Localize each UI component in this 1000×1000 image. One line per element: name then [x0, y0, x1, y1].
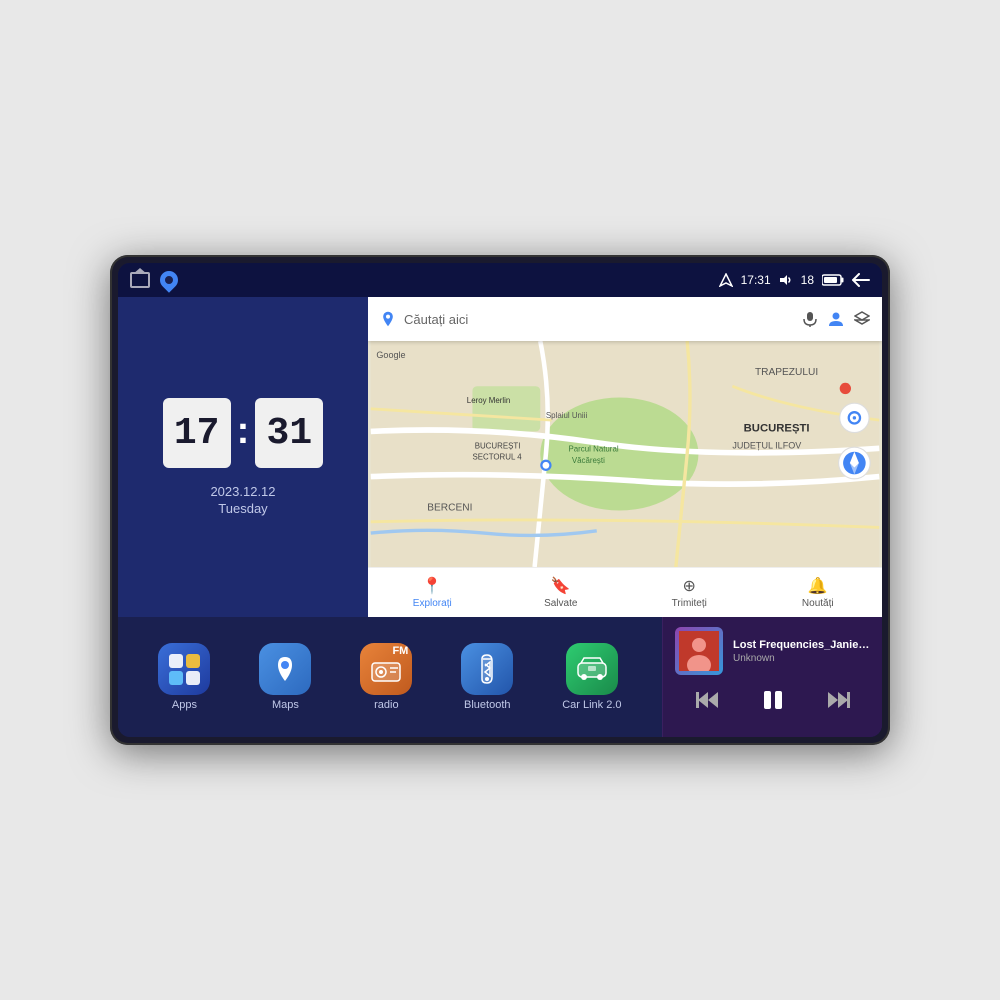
date-info: 2023.12.12 Tuesday — [210, 484, 275, 516]
map-tab-saved-label: Salvate — [544, 598, 577, 609]
apps-label: Apps — [172, 699, 197, 711]
car-display-device: 17:31 18 — [110, 255, 890, 745]
bottom-section: Apps Maps — [118, 617, 882, 737]
radio-icon-circle: FM — [360, 643, 412, 695]
map-search-bar[interactable]: Căutați aici — [368, 297, 882, 341]
svg-text:TRAPEZULUI: TRAPEZULUI — [755, 367, 818, 378]
radio-label: radio — [374, 699, 398, 711]
layers-icon[interactable] — [854, 311, 870, 327]
nav-icon — [719, 273, 733, 287]
map-search-icons — [802, 311, 870, 327]
prev-button[interactable] — [688, 686, 728, 720]
map-tab-explore[interactable]: 📍 Explorați — [368, 576, 497, 609]
pause-icon — [761, 689, 785, 711]
bluetooth-label: Bluetooth — [464, 699, 510, 711]
app-icon-maps[interactable]: Maps — [259, 643, 311, 711]
map-bottom-bar: 📍 Explorați 🔖 Salvate ⊕ Trimiteți 🔔 — [368, 567, 882, 617]
top-section: 17 : 31 2023.12.12 Tuesday — [118, 297, 882, 617]
main-content: 17 : 31 2023.12.12 Tuesday — [118, 297, 882, 737]
app-icon-carlink[interactable]: Car Link 2.0 — [562, 643, 621, 711]
saved-icon: 🔖 — [551, 576, 571, 596]
app-icon-bluetooth[interactable]: Bluetooth — [461, 643, 513, 711]
fm-label: FM — [392, 645, 408, 657]
music-top: Lost Frequencies_Janieck Devy-... Unknow… — [675, 627, 870, 675]
apps-grid-icon — [161, 646, 208, 693]
carlink-icon-circle — [566, 643, 618, 695]
map-svg: TRAPEZULUI BUCUREȘTI JUDEȚUL ILFOV BERCE… — [368, 341, 882, 567]
music-controls — [675, 685, 870, 721]
svg-text:Văcărești: Văcărești — [572, 456, 605, 465]
apps-icon-circle — [158, 643, 210, 695]
music-player: Lost Frequencies_Janieck Devy-... Unknow… — [662, 617, 882, 737]
music-info: Lost Frequencies_Janieck Devy-... Unknow… — [733, 639, 870, 664]
music-artist: Unknown — [733, 653, 870, 664]
clock-hours: 17 — [163, 398, 231, 468]
radio-inner: FM — [360, 643, 412, 695]
play-pause-button[interactable] — [753, 685, 793, 721]
svg-text:BUCUREȘTI: BUCUREȘTI — [475, 441, 521, 450]
home-icon[interactable] — [130, 272, 150, 288]
news-icon: 🔔 — [808, 576, 828, 596]
map-search-placeholder[interactable]: Căutați aici — [404, 312, 794, 327]
svg-text:BUCUREȘTI: BUCUREȘTI — [744, 422, 810, 434]
map-tab-send-label: Trimiteți — [672, 598, 707, 609]
send-icon: ⊕ — [683, 576, 696, 596]
music-title: Lost Frequencies_Janieck Devy-... — [733, 639, 870, 651]
carlink-label: Car Link 2.0 — [562, 699, 621, 711]
map-tab-send[interactable]: ⊕ Trimiteți — [625, 576, 754, 609]
mic-icon[interactable] — [802, 311, 818, 327]
maps-pin-icon[interactable] — [156, 267, 181, 292]
device-screen: 17:31 18 — [118, 263, 882, 737]
clock-date: 2023.12.12 — [210, 484, 275, 499]
carlink-icon-svg — [576, 655, 608, 683]
map-tab-explore-label: Explorați — [413, 598, 452, 609]
volume-level: 18 — [801, 273, 814, 287]
svg-text:SECTORUL 4: SECTORUL 4 — [472, 453, 522, 462]
map-tab-news-label: Noutăți — [802, 598, 834, 609]
explore-icon: 📍 — [422, 576, 442, 596]
map-search-pin-icon — [380, 311, 396, 327]
svg-text:Google: Google — [376, 350, 405, 360]
next-button[interactable] — [818, 686, 858, 720]
svg-text:Splaiul Uniii: Splaiul Uniii — [546, 411, 588, 420]
status-bar-left — [130, 271, 178, 289]
status-bar: 17:31 18 — [118, 263, 882, 297]
app-grid: Apps Maps — [118, 617, 662, 737]
svg-text:JUDEȚUL ILFOV: JUDEȚUL ILFOV — [732, 440, 801, 450]
map-tab-saved[interactable]: 🔖 Salvate — [497, 576, 626, 609]
status-bar-right: 17:31 18 — [719, 273, 870, 287]
radio-icon-svg — [370, 655, 402, 683]
maps-icon-circle — [259, 643, 311, 695]
svg-text:Parcul Natural: Parcul Natural — [569, 445, 619, 454]
battery-icon — [822, 274, 844, 286]
maps-label: Maps — [272, 699, 299, 711]
album-art — [675, 627, 723, 675]
svg-text:BERCENI: BERCENI — [427, 503, 472, 514]
clock-display: 17 : 31 — [163, 398, 324, 468]
status-time: 17:31 — [741, 273, 771, 287]
bluetooth-icon-svg — [473, 653, 501, 685]
album-art-svg — [679, 631, 719, 671]
maps-icon-svg — [270, 654, 300, 684]
bluetooth-icon-circle — [461, 643, 513, 695]
next-icon — [826, 690, 850, 710]
clock-panel: 17 : 31 2023.12.12 Tuesday — [118, 297, 368, 617]
profile-icon[interactable] — [828, 311, 844, 327]
map-body[interactable]: TRAPEZULUI BUCUREȘTI JUDEȚUL ILFOV BERCE… — [368, 341, 882, 567]
back-icon[interactable] — [852, 273, 870, 287]
app-icon-radio[interactable]: FM radio — [360, 643, 412, 711]
prev-icon — [696, 690, 720, 710]
svg-text:Leroy Merlin: Leroy Merlin — [467, 396, 510, 405]
map-tab-news[interactable]: 🔔 Noutăți — [754, 576, 883, 609]
volume-icon — [779, 273, 793, 287]
clock-colon: : — [237, 410, 250, 453]
clock-minutes: 31 — [255, 398, 323, 468]
clock-day: Tuesday — [210, 501, 275, 516]
app-icon-apps[interactable]: Apps — [158, 643, 210, 711]
map-panel[interactable]: Căutați aici — [368, 297, 882, 617]
